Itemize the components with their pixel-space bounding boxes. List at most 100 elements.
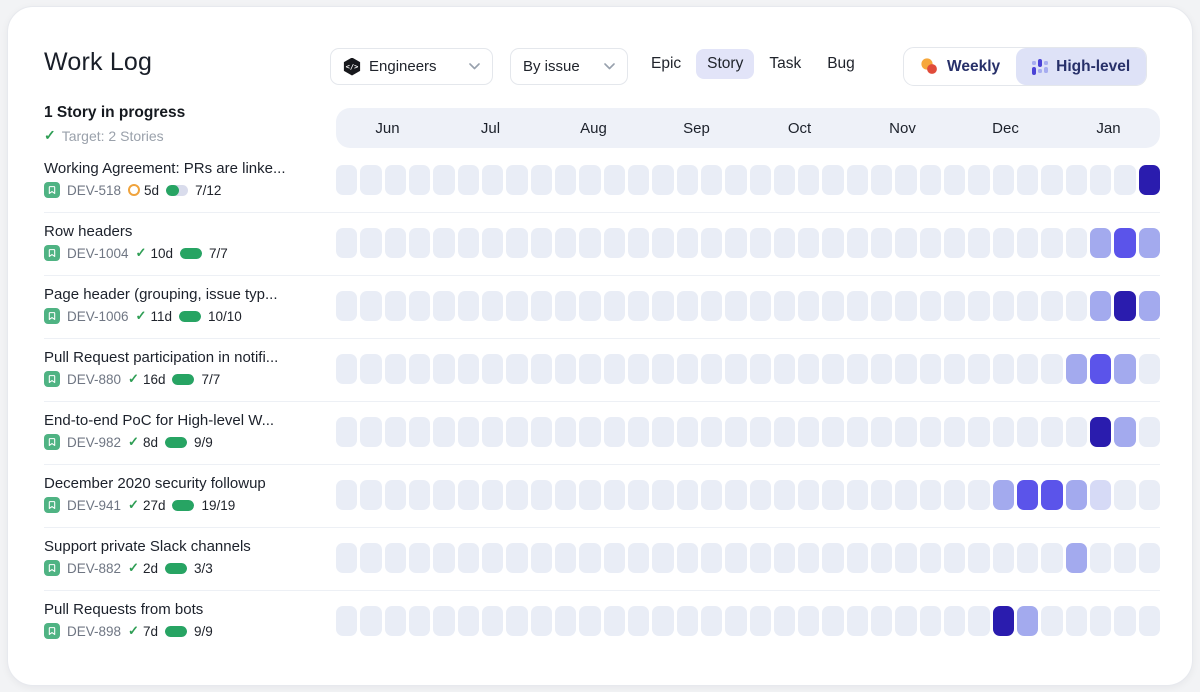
week-cell [360,165,381,195]
progress-pill [179,311,201,322]
issue-title[interactable]: Row headers [44,223,332,240]
week-cell [385,480,406,510]
issue-key[interactable]: DEV-880 [67,372,121,387]
issue-key[interactable]: DEV-941 [67,498,121,513]
progress-count: 3/3 [194,561,213,576]
week-cell [895,606,916,636]
work-row: Row headers DEV-1004 ✓10d 7/7 [0,218,1200,281]
week-cell [1114,417,1135,447]
week-cell [1041,291,1062,321]
week-cell [385,606,406,636]
week-cell [1090,165,1111,195]
week-cell [360,606,381,636]
week-cell [604,606,625,636]
work-row: Working Agreement: PRs are linke... DEV-… [0,155,1200,218]
week-cell [1139,291,1160,321]
work-row: End-to-end PoC for High-level W... DEV-9… [0,407,1200,470]
week-cell [847,543,868,573]
week-cell [531,354,552,384]
week-cell [1066,480,1087,510]
week-cell [604,291,625,321]
issue-title[interactable]: Pull Request participation in notifi... [44,349,332,366]
week-cell [944,606,965,636]
high-level-view-button[interactable]: High-level [1016,48,1146,85]
week-cell [652,291,673,321]
progress-pill [165,437,187,448]
week-cell [750,606,771,636]
week-cell [1041,480,1062,510]
week-cell [871,606,892,636]
week-cell [871,417,892,447]
issue-key[interactable]: DEV-882 [67,561,121,576]
week-cell [1139,165,1160,195]
week-cell [628,543,649,573]
tab-epic[interactable]: Epic [640,49,692,79]
week-cell [1066,606,1087,636]
week-cell [579,165,600,195]
tab-story[interactable]: Story [696,49,754,79]
issue-meta: DEV-982 ✓8d 9/9 [44,434,213,450]
week-cell [798,165,819,195]
timeline-month-header: JunJulAugSepOctNovDecJan [336,108,1160,148]
week-cell [1041,354,1062,384]
week-cell [336,480,357,510]
week-cell [725,417,746,447]
done-check-icon: ✓ [136,245,147,261]
week-cell [385,354,406,384]
issue-title[interactable]: Support private Slack channels [44,538,332,555]
issue-key[interactable]: DEV-898 [67,624,121,639]
week-cell [1066,165,1087,195]
week-cell [409,228,430,258]
month-label: Aug [542,108,645,148]
week-cell [871,480,892,510]
week-cell [1090,291,1111,321]
issue-title[interactable]: Pull Requests from bots [44,601,332,618]
week-cell [604,354,625,384]
weekly-view-button[interactable]: Weekly [904,48,1016,85]
week-cells [336,480,1160,510]
team-select[interactable]: </> Engineers [330,48,493,85]
month-label: Jul [439,108,542,148]
week-cell [847,417,868,447]
week-cell [798,291,819,321]
progress-pill [172,500,194,511]
week-cell [506,291,527,321]
week-cell [798,543,819,573]
month-label: Nov [851,108,954,148]
week-cell [506,354,527,384]
issue-title[interactable]: Working Agreement: PRs are linke... [44,160,332,177]
week-cell [579,228,600,258]
tab-task[interactable]: Task [758,49,812,79]
row-divider [44,527,1160,528]
week-cell [433,228,454,258]
week-cell [482,480,503,510]
issue-key[interactable]: DEV-518 [67,183,121,198]
week-cell [968,228,989,258]
week-cell [895,228,916,258]
week-cell [993,543,1014,573]
tab-bug[interactable]: Bug [816,49,866,79]
week-cell [628,291,649,321]
issue-key[interactable]: DEV-1004 [67,246,129,261]
week-cell [409,354,430,384]
progress-pill [166,185,188,196]
week-cell [701,543,722,573]
week-cell [677,543,698,573]
week-cell [482,354,503,384]
issue-title[interactable]: Page header (grouping, issue typ... [44,286,332,303]
view-toggle: WeeklyHigh-level [903,47,1147,86]
row-divider [44,590,1160,591]
week-cell [409,291,430,321]
duration-badge: 5d [128,183,159,198]
issue-title[interactable]: December 2020 security followup [44,475,332,492]
week-cell [652,417,673,447]
issue-key[interactable]: DEV-982 [67,435,121,450]
week-cell [1139,480,1160,510]
issue-title[interactable]: End-to-end PoC for High-level W... [44,412,332,429]
issue-key[interactable]: DEV-1006 [67,309,129,324]
week-cell [531,606,552,636]
week-cell [652,165,673,195]
duration-badge: ✓27d [128,497,165,513]
week-cell [628,354,649,384]
group-by-select[interactable]: By issue [510,48,628,85]
